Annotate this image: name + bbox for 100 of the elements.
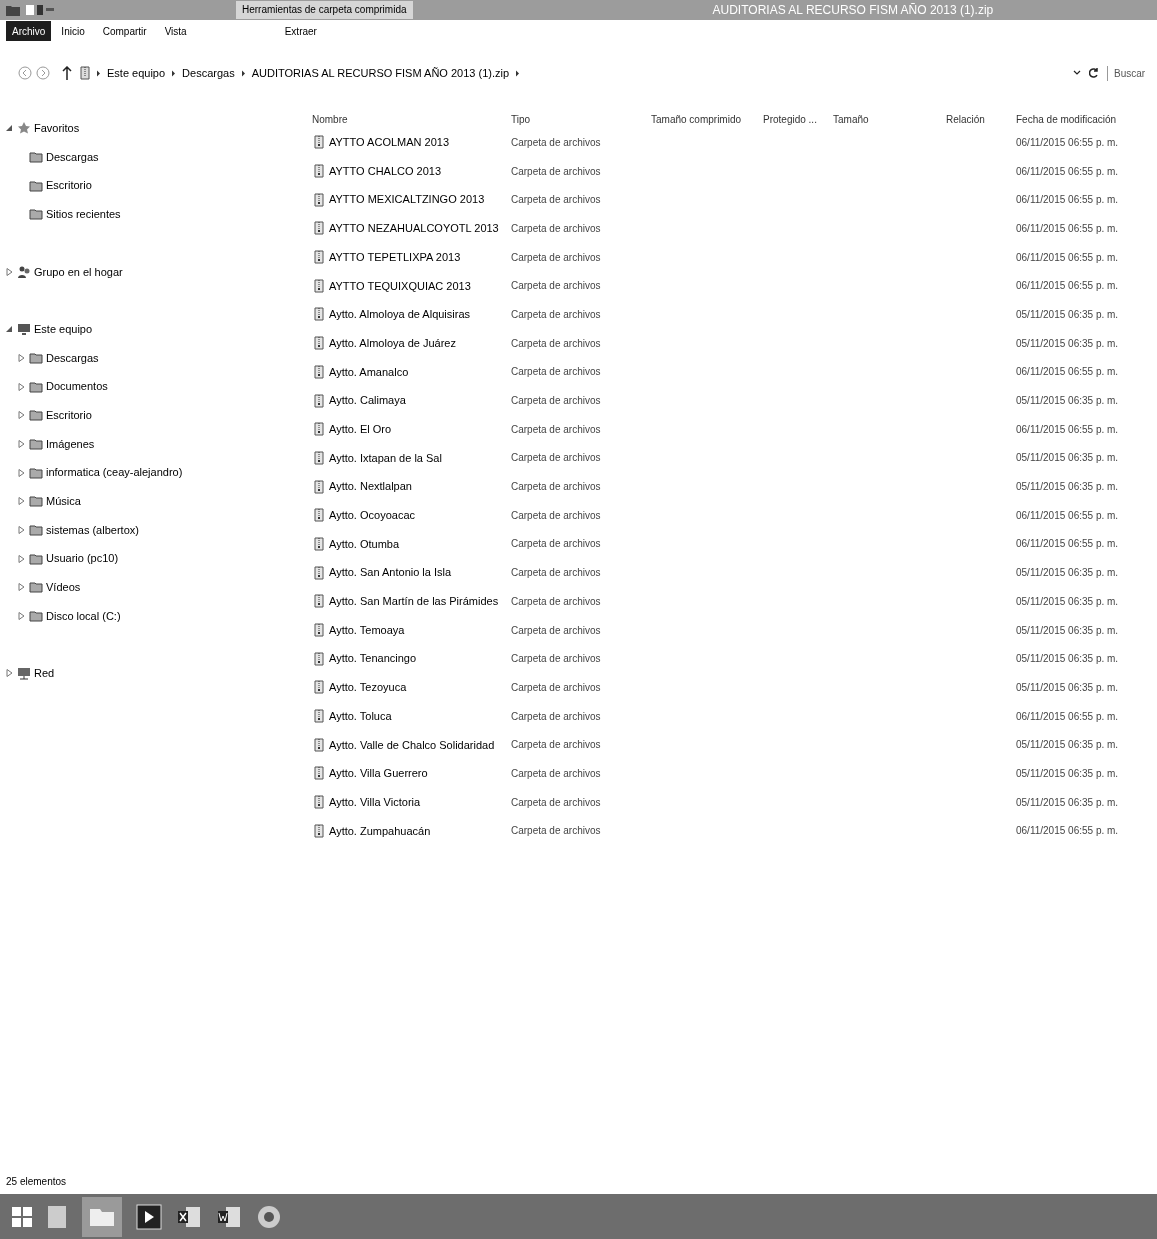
refresh-icon[interactable]: [1089, 67, 1099, 79]
collapsed-arrow-icon[interactable]: [18, 439, 25, 448]
file-type: Carpeta de archivos: [511, 337, 601, 349]
sidebar-item[interactable]: Red: [34, 665, 55, 682]
sidebar-item[interactable]: Escritorio: [46, 406, 92, 424]
people-icon: [17, 264, 31, 279]
zip-folder-icon: [312, 709, 326, 724]
file-type: Carpeta de archivos: [511, 423, 601, 435]
forward-button[interactable]: [36, 66, 50, 80]
file-name[interactable]: Aytto. Villa Guerrero: [329, 765, 428, 782]
collapsed-arrow-icon[interactable]: [18, 525, 25, 534]
file-name[interactable]: Aytto. Toluca: [329, 707, 392, 725]
file-name[interactable]: AYTTO NEZAHUALCOYOTL 2013: [329, 220, 499, 237]
file-name[interactable]: Aytto. Almoloya de Alquisiras: [329, 306, 471, 323]
file-name[interactable]: Aytto. El Oro: [329, 420, 392, 438]
breadcrumb-link[interactable]: Este equipo: [107, 64, 166, 82]
column-header[interactable]: Relación: [946, 112, 1016, 127]
file-name[interactable]: AYTTO ACOLMAN 2013: [329, 134, 450, 151]
file-type: Carpeta de archivos: [511, 767, 601, 779]
collapsed-arrow-icon[interactable]: [6, 669, 13, 678]
collapsed-arrow-icon[interactable]: [18, 468, 25, 477]
collapsed-arrow-icon[interactable]: [18, 497, 25, 506]
sidebar-item[interactable]: Vídeos: [46, 579, 81, 596]
file-name[interactable]: Aytto. Otumba: [329, 535, 400, 553]
zip-folder-icon: [312, 135, 326, 150]
back-button[interactable]: [18, 66, 32, 80]
ribbon-tab[interactable]: Extraer: [276, 21, 325, 41]
expanded-arrow-icon[interactable]: [6, 325, 13, 334]
ribbon-tab[interactable]: Vista: [156, 21, 195, 41]
collapsed-arrow-icon[interactable]: [18, 612, 25, 621]
file-name[interactable]: AYTTO TEPETLIXPA 2013: [329, 248, 461, 266]
sidebar-item[interactable]: Descargas: [46, 349, 99, 367]
sidebar-item[interactable]: Documentos: [46, 378, 108, 395]
column-header[interactable]: Nombre: [300, 112, 511, 127]
file-name[interactable]: Aytto. Nextlalpan: [329, 478, 412, 495]
collapsed-arrow-icon[interactable]: [18, 554, 25, 563]
column-header[interactable]: Tipo: [511, 112, 651, 127]
zip-folder-icon: [312, 766, 326, 781]
sidebar-item[interactable]: Sitios recientes: [46, 206, 121, 223]
sidebar-item[interactable]: Escritorio: [46, 177, 92, 194]
file-name[interactable]: Aytto. Tenancingo: [329, 650, 417, 667]
modified-date: 05/11/2015 06:35 p. m.: [1016, 739, 1119, 751]
file-name[interactable]: Aytto. Almoloya de Juárez: [329, 334, 456, 352]
windows-logo-icon[interactable]: [12, 1206, 32, 1227]
sidebar-item[interactable]: Grupo en el hogar: [34, 263, 123, 281]
file-type: Carpeta de archivos: [511, 194, 601, 206]
file-name[interactable]: AYTTO CHALCO 2013: [329, 162, 442, 180]
zip-folder-icon: [312, 250, 326, 265]
collapsed-arrow-icon[interactable]: [18, 353, 25, 362]
dropdown-caret-icon[interactable]: [1073, 70, 1081, 76]
file-name[interactable]: Aytto. Temoaya: [329, 621, 405, 639]
sidebar-item[interactable]: Usuario (pc10): [46, 550, 119, 567]
file-type: Carpeta de archivos: [511, 567, 601, 579]
sidebar-item[interactable]: Este equipo: [34, 320, 93, 338]
file-name[interactable]: Aytto. Villa Victoria: [329, 793, 421, 811]
column-header[interactable]: Protegido ...: [763, 112, 833, 127]
file-name[interactable]: Aytto. Ixtapan de la Sal: [329, 449, 442, 467]
sidebar-item[interactable]: informatica (ceay-alejandro): [46, 464, 183, 481]
zip-folder-icon: [312, 278, 326, 293]
expanded-arrow-icon[interactable]: [6, 124, 13, 133]
file-name[interactable]: Aytto. San Martín de las Pirámides: [329, 593, 499, 610]
ribbon-tab[interactable]: Compartir: [94, 21, 155, 41]
taskbar-app-icon[interactable]: [46, 1203, 68, 1230]
up-arrow-icon[interactable]: [62, 66, 72, 80]
file-name[interactable]: Aytto. Ocoyoacac: [329, 507, 415, 524]
sidebar-item[interactable]: sistemas (albertox): [46, 521, 139, 539]
ribbon-tab[interactable]: Archivo: [6, 21, 52, 41]
file-name[interactable]: Aytto. Valle de Chalco Solidaridad: [329, 736, 495, 754]
file-name[interactable]: Aytto. Calimaya: [329, 392, 406, 409]
taskbar-play-icon[interactable]: [136, 1203, 162, 1230]
file-name[interactable]: Aytto. Tezoyuca: [329, 679, 407, 696]
column-header[interactable]: Tamaño: [833, 112, 946, 127]
modified-date: 05/11/2015 06:35 p. m.: [1016, 653, 1119, 665]
column-header[interactable]: Tamaño comprimido: [651, 112, 763, 127]
taskbar-browser-icon[interactable]: [256, 1203, 282, 1230]
column-header[interactable]: Fecha de modificación: [1016, 112, 1144, 127]
file-name[interactable]: Aytto. San Antonio la Isla: [329, 564, 452, 581]
zip-folder-icon: [312, 393, 326, 408]
file-name[interactable]: AYTTO TEQUIXQUIAC 2013: [329, 277, 471, 295]
ribbon-tab[interactable]: Inicio: [53, 21, 93, 41]
breadcrumb-link[interactable]: AUDITORIAS AL RECURSO FISM AÑO 2013 (1).zip: [251, 64, 510, 82]
breadcrumb-link[interactable]: Descargas: [182, 64, 235, 82]
file-name[interactable]: Aytto. Amanalco: [329, 363, 409, 381]
file-name[interactable]: AYTTO MEXICALTZINGO 2013: [329, 191, 485, 208]
taskbar-folder-icon[interactable]: [82, 1196, 122, 1237]
sidebar-item[interactable]: Música: [46, 493, 81, 510]
collapsed-arrow-icon[interactable]: [18, 583, 25, 592]
collapsed-arrow-icon[interactable]: [18, 382, 25, 391]
sidebar-item[interactable]: Disco local (C:): [46, 607, 121, 625]
file-type: Carpeta de archivos: [511, 481, 601, 493]
chevron-icon: [96, 69, 101, 77]
address-bar[interactable]: Este equipo Descargas AUDITORIAS AL RECURSO FISM AÑO 2013 (1).zip: [80, 64, 1073, 82]
sidebar-item[interactable]: Descargas: [46, 148, 99, 166]
search-field[interactable]: Buscar: [1107, 65, 1157, 81]
collapsed-arrow-icon[interactable]: [18, 411, 25, 420]
zip-folder-icon: [312, 336, 326, 351]
collapsed-arrow-icon[interactable]: [6, 267, 13, 276]
file-name[interactable]: Aytto. Zumpahuacán: [329, 822, 431, 840]
sidebar-item[interactable]: Favoritos: [34, 120, 80, 137]
sidebar-item[interactable]: Imágenes: [46, 435, 95, 453]
